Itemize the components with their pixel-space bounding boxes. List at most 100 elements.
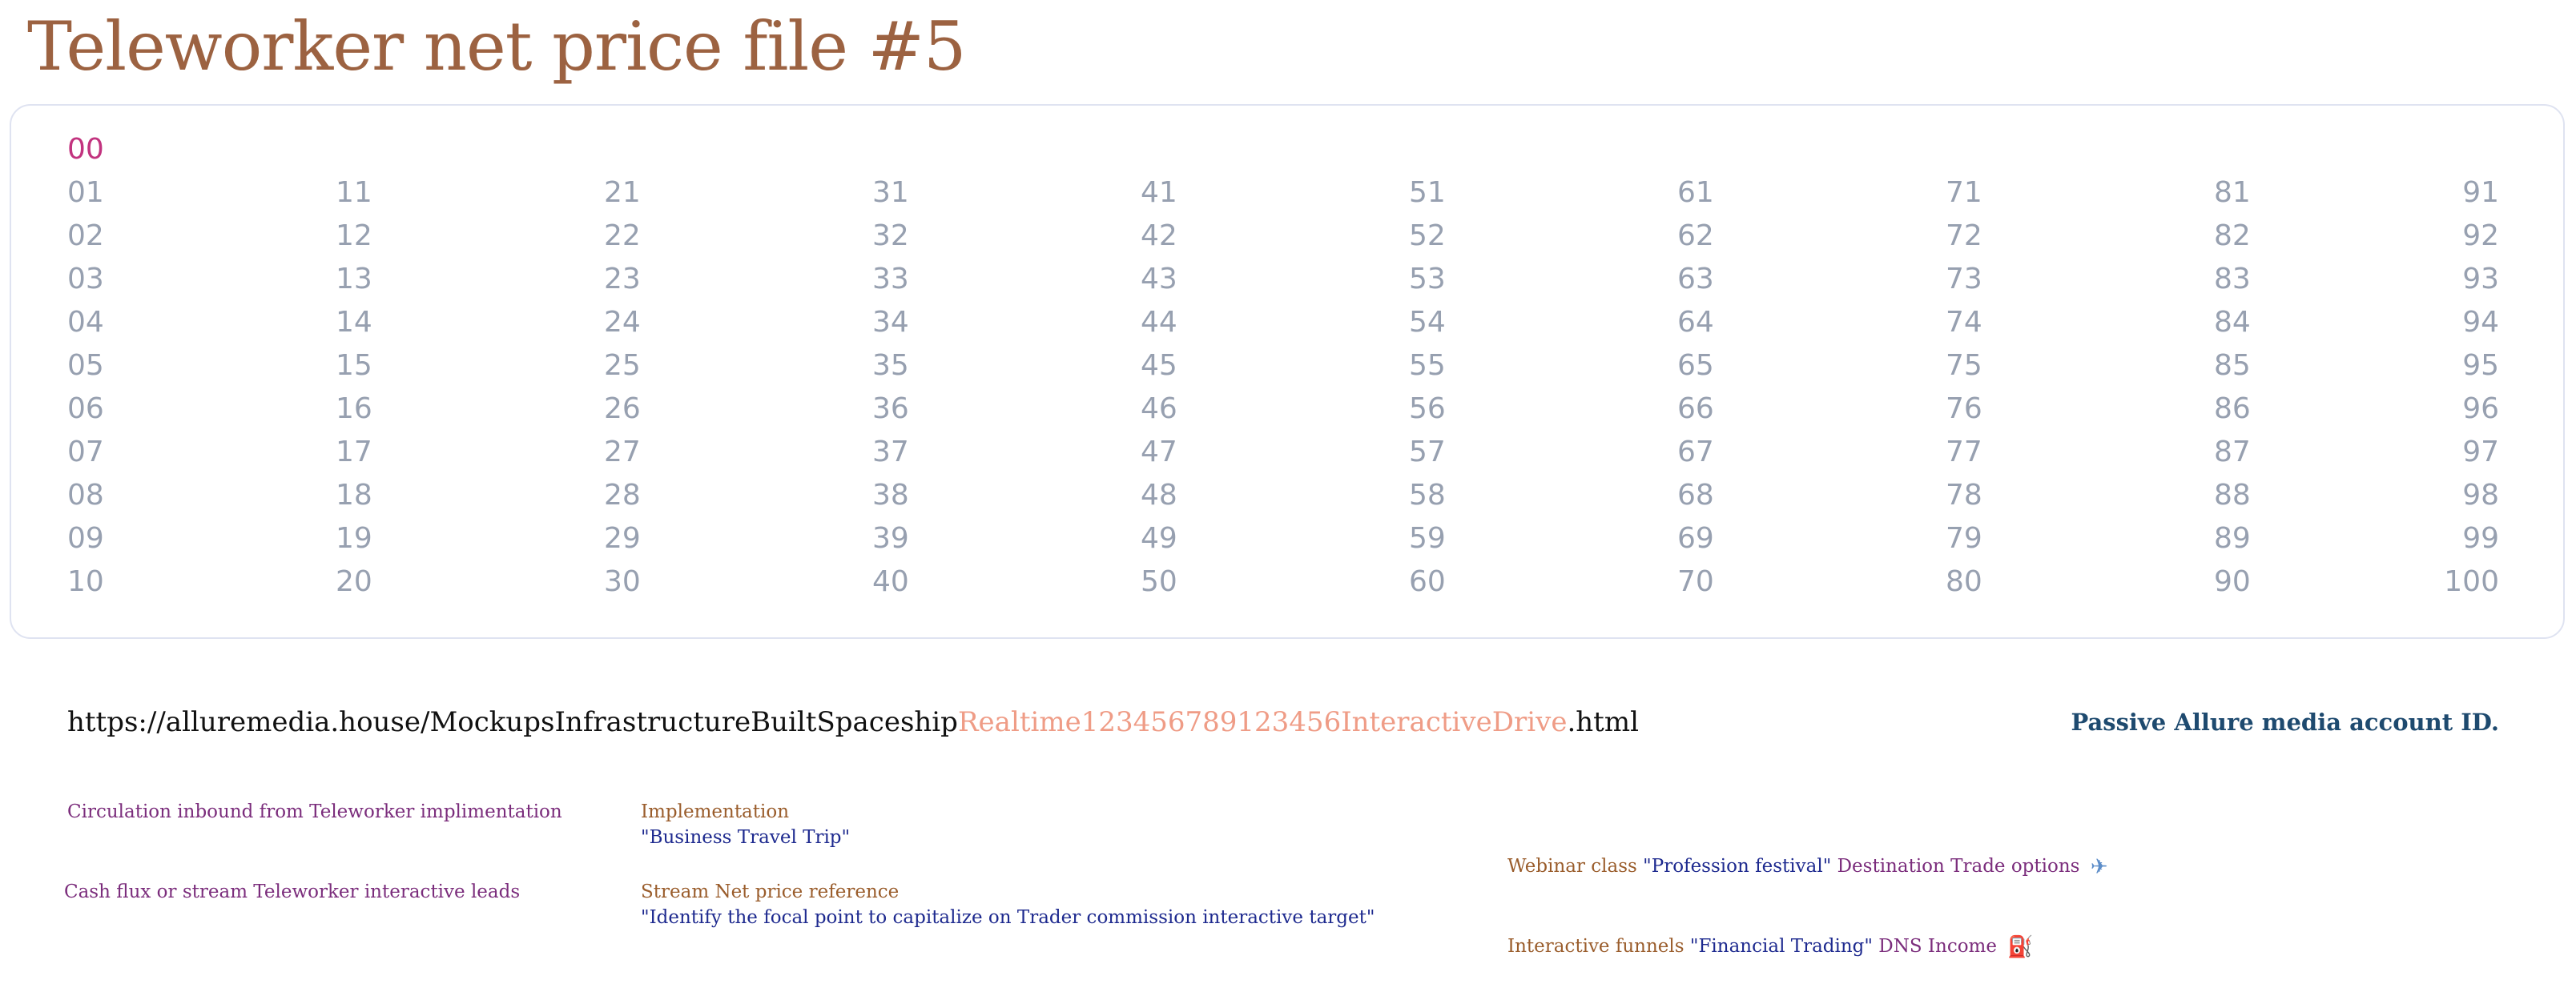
number-cell[interactable]: 64 xyxy=(1677,301,1765,344)
number-cell[interactable]: 74 xyxy=(1946,301,2034,344)
number-cell[interactable]: 04 xyxy=(67,301,155,344)
number-cell[interactable]: 71 xyxy=(1946,171,2034,215)
number-cell[interactable]: 35 xyxy=(872,344,960,388)
number-cell[interactable]: 100 xyxy=(2411,560,2499,604)
number-cell[interactable]: 63 xyxy=(1677,258,1765,301)
number-cell[interactable]: 05 xyxy=(67,344,155,388)
number-cell[interactable]: 69 xyxy=(1677,517,1765,560)
number-cell[interactable]: 91 xyxy=(2411,171,2499,215)
number-cell[interactable]: 27 xyxy=(604,431,692,474)
number-cell[interactable]: 30 xyxy=(604,560,692,604)
number-cell[interactable]: 10 xyxy=(67,560,155,604)
number-cell[interactable]: 14 xyxy=(336,301,424,344)
number-cell[interactable]: 70 xyxy=(1677,560,1765,604)
number-cell[interactable]: 78 xyxy=(1946,474,2034,517)
number-cell[interactable]: 46 xyxy=(1141,388,1229,431)
number-cell[interactable]: 23 xyxy=(604,258,692,301)
number-cell[interactable]: 16 xyxy=(336,388,424,431)
number-cell[interactable]: 55 xyxy=(1409,344,1497,388)
number-cell[interactable]: 08 xyxy=(67,474,155,517)
number-cell[interactable]: 68 xyxy=(1677,474,1765,517)
number-cell[interactable]: 86 xyxy=(2214,388,2302,431)
number-cell[interactable]: 43 xyxy=(1141,258,1229,301)
number-cell[interactable]: 13 xyxy=(336,258,424,301)
number-cell[interactable]: 65 xyxy=(1677,344,1765,388)
number-cell[interactable]: 25 xyxy=(604,344,692,388)
number-cell[interactable]: 37 xyxy=(872,431,960,474)
number-cell[interactable]: 80 xyxy=(1946,560,2034,604)
number-cell[interactable]: 59 xyxy=(1409,517,1497,560)
number-cell[interactable]: 50 xyxy=(1141,560,1229,604)
number-cell[interactable]: 58 xyxy=(1409,474,1497,517)
number-cell[interactable]: 28 xyxy=(604,474,692,517)
number-cell[interactable]: 54 xyxy=(1409,301,1497,344)
number-cell[interactable]: 09 xyxy=(67,517,155,560)
number-cell[interactable]: 33 xyxy=(872,258,960,301)
number-cell[interactable]: 89 xyxy=(2214,517,2302,560)
number-cell[interactable]: 61 xyxy=(1677,171,1765,215)
number-cell[interactable]: 36 xyxy=(872,388,960,431)
number-cell[interactable]: 40 xyxy=(872,560,960,604)
number-cell[interactable]: 52 xyxy=(1409,215,1497,258)
number-cell[interactable]: 51 xyxy=(1409,171,1497,215)
number-cell[interactable]: 21 xyxy=(604,171,692,215)
number-cell[interactable]: 12 xyxy=(336,215,424,258)
number-cell[interactable]: 06 xyxy=(67,388,155,431)
number-cell[interactable]: 17 xyxy=(336,431,424,474)
number-cell[interactable]: 66 xyxy=(1677,388,1765,431)
number-cell[interactable]: 01 xyxy=(67,171,155,215)
number-cell[interactable]: 20 xyxy=(336,560,424,604)
account-id-link[interactable]: Passive Allure media account ID. xyxy=(2071,701,2499,743)
number-cell[interactable]: 97 xyxy=(2411,431,2499,474)
number-cell[interactable]: 44 xyxy=(1141,301,1229,344)
number-cell[interactable]: 94 xyxy=(2411,301,2499,344)
number-cell[interactable]: 81 xyxy=(2214,171,2302,215)
number-cell[interactable]: 83 xyxy=(2214,258,2302,301)
number-cell[interactable]: 88 xyxy=(2214,474,2302,517)
number-cell[interactable]: 76 xyxy=(1946,388,2034,431)
number-cell[interactable]: 93 xyxy=(2411,258,2499,301)
number-cell[interactable]: 77 xyxy=(1946,431,2034,474)
number-cell[interactable]: 02 xyxy=(67,215,155,258)
number-cell[interactable]: 92 xyxy=(2411,215,2499,258)
number-cell[interactable]: 03 xyxy=(67,258,155,301)
number-cell[interactable]: 87 xyxy=(2214,431,2302,474)
number-cell[interactable]: 22 xyxy=(604,215,692,258)
number-cell[interactable]: 48 xyxy=(1141,474,1229,517)
number-cell[interactable]: 84 xyxy=(2214,301,2302,344)
number-cell[interactable]: 79 xyxy=(1946,517,2034,560)
number-cell[interactable]: 34 xyxy=(872,301,960,344)
number-cell[interactable]: 62 xyxy=(1677,215,1765,258)
number-cell[interactable]: 90 xyxy=(2214,560,2302,604)
number-cell[interactable]: 60 xyxy=(1409,560,1497,604)
number-cell[interactable]: 99 xyxy=(2411,517,2499,560)
number-cell[interactable]: 57 xyxy=(1409,431,1497,474)
number-cell[interactable]: 82 xyxy=(2214,215,2302,258)
number-cell[interactable]: 38 xyxy=(872,474,960,517)
number-cell[interactable]: 45 xyxy=(1141,344,1229,388)
number-cell[interactable]: 39 xyxy=(872,517,960,560)
number-cell[interactable]: 56 xyxy=(1409,388,1497,431)
number-cell[interactable]: 29 xyxy=(604,517,692,560)
number-cell[interactable]: 67 xyxy=(1677,431,1765,474)
number-cell[interactable]: 15 xyxy=(336,344,424,388)
number-cell[interactable]: 73 xyxy=(1946,258,2034,301)
number-cell[interactable]: 31 xyxy=(872,171,960,215)
number-cell[interactable]: 41 xyxy=(1141,171,1229,215)
number-cell[interactable]: 32 xyxy=(872,215,960,258)
number-cell[interactable]: 98 xyxy=(2411,474,2499,517)
number-cell[interactable]: 11 xyxy=(336,171,424,215)
number-cell[interactable]: 42 xyxy=(1141,215,1229,258)
number-cell[interactable]: 96 xyxy=(2411,388,2499,431)
number-cell[interactable]: 75 xyxy=(1946,344,2034,388)
number-cell[interactable]: 07 xyxy=(67,431,155,474)
lead-link-cashflux[interactable]: Cash flux or stream Teleworker interacti… xyxy=(64,879,520,905)
number-cell[interactable]: 72 xyxy=(1946,215,2034,258)
number-cell[interactable]: 49 xyxy=(1141,517,1229,560)
number-cell[interactable]: 53 xyxy=(1409,258,1497,301)
number-cell[interactable]: 95 xyxy=(2411,344,2499,388)
selected-number[interactable]: 00 xyxy=(67,128,155,171)
number-cell[interactable]: 85 xyxy=(2214,344,2302,388)
number-cell[interactable]: 47 xyxy=(1141,431,1229,474)
number-cell[interactable]: 24 xyxy=(604,301,692,344)
